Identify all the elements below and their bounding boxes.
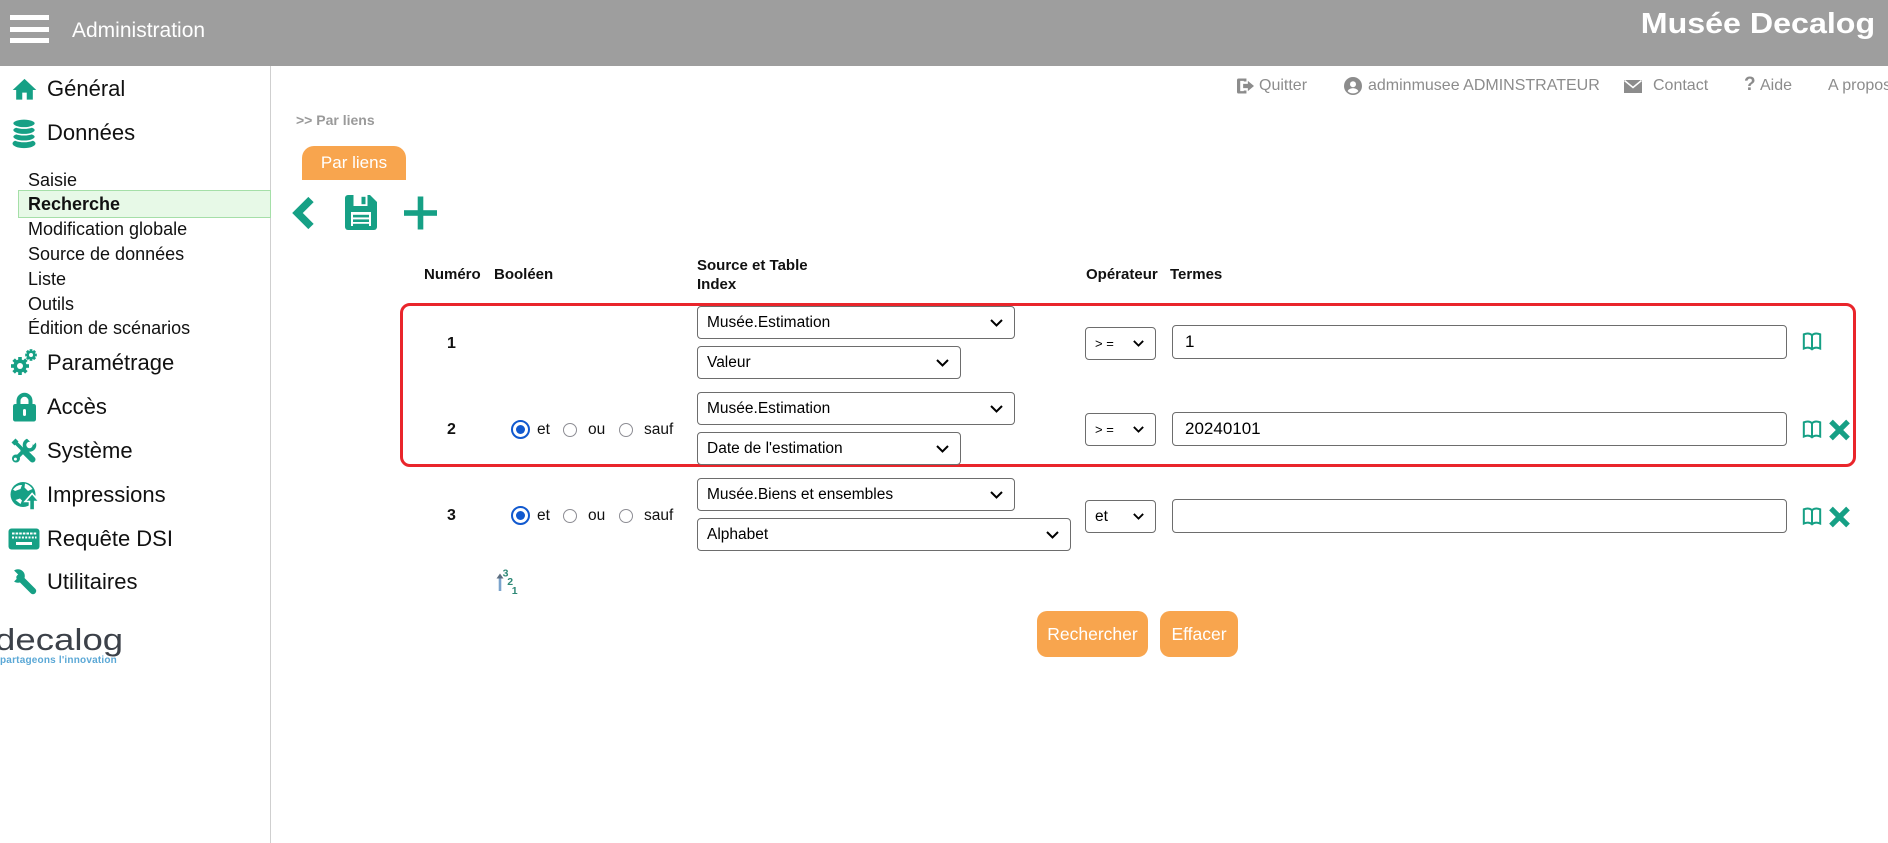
svg-text:1: 1: [512, 585, 518, 597]
